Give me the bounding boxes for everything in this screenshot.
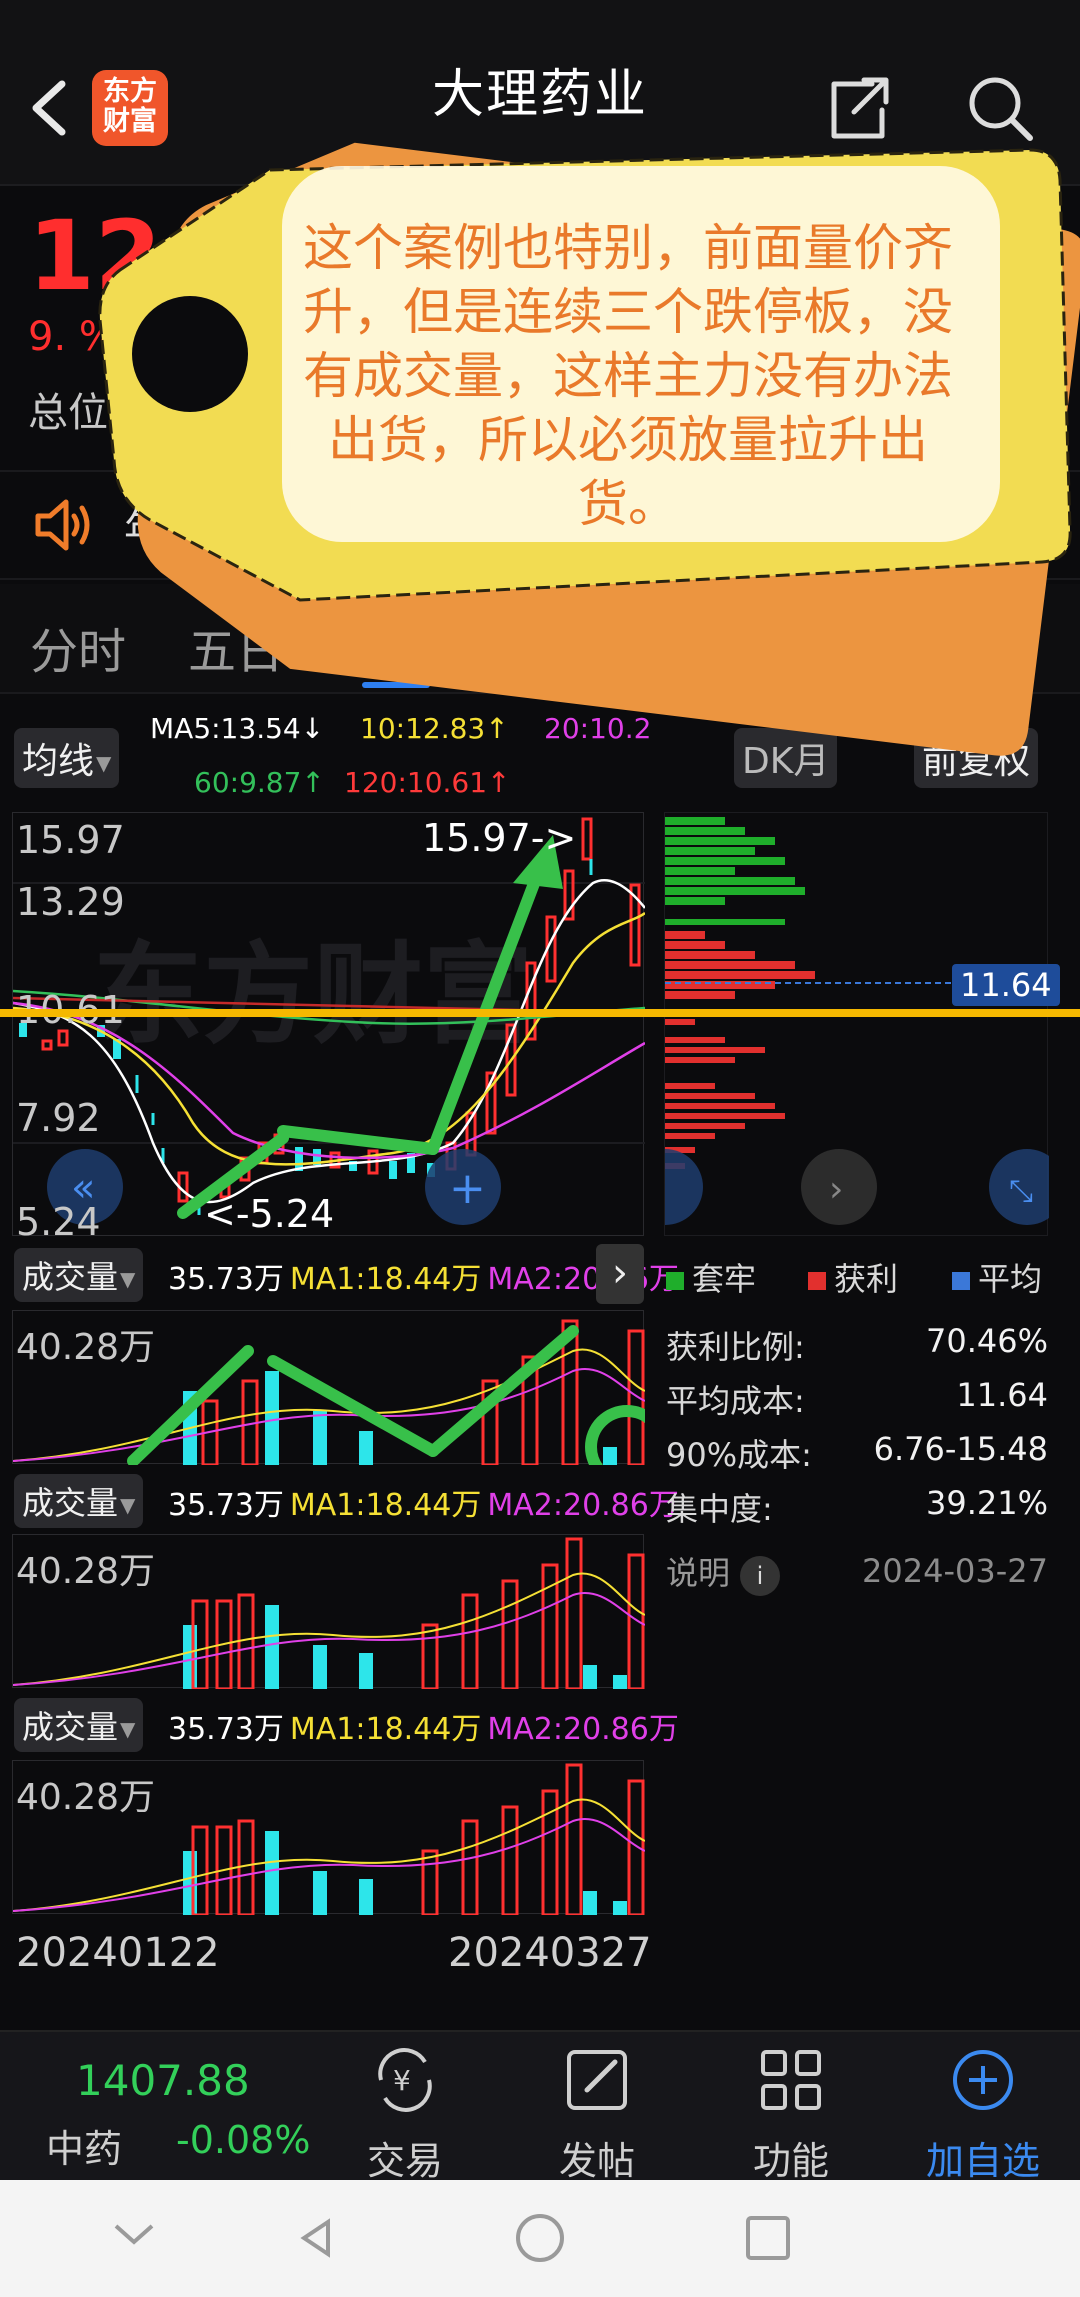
legend-trapped-label: 套牢	[692, 1260, 757, 1298]
expand-button[interactable]: ⤡	[989, 1149, 1065, 1225]
date-end: 20240327	[448, 1930, 652, 1976]
chevron-right-icon[interactable]: ›	[596, 1244, 644, 1304]
volume-max-3: 40.28万	[16, 1777, 156, 1818]
home-circle-icon[interactable]	[516, 2214, 564, 2262]
svg-text:›: ›	[829, 1169, 843, 1210]
nav-functions[interactable]: 功能	[716, 2030, 866, 2183]
stat-label: 获利比例:	[666, 1328, 805, 1366]
volume-selector-3[interactable]: 成交量 ▼	[14, 1698, 144, 1752]
stat-profit-ratio: 获利比例: 70.46%	[666, 1322, 1048, 1368]
add-indicator-button[interactable]: +	[425, 1149, 501, 1225]
stat-label: 集中度:	[666, 1490, 773, 1528]
y-label-low: 5.24	[16, 1200, 101, 1244]
nav-post-label: 发帖	[558, 2139, 635, 2183]
stat-90-cost: 90%成本: 6.76-15.48	[666, 1430, 1048, 1476]
chevron-down-icon: ▼	[120, 1267, 136, 1291]
volume-selector-2-label: 成交量	[22, 1484, 119, 1522]
svg-text:¥: ¥	[393, 2064, 411, 2097]
chip-distribution-pane[interactable]: › ⤡	[627, 812, 1065, 1236]
stat-value: 6.76-15.48	[873, 1430, 1048, 1468]
add-circle-icon	[953, 2050, 1013, 2110]
legend-trapped: 套牢	[666, 1254, 756, 1300]
stat-value: 11.64	[956, 1376, 1048, 1414]
svg-text:+: +	[449, 1163, 486, 1214]
nav-trade-label: 交易	[366, 2139, 443, 2183]
nav-trade[interactable]: ¥ 交易	[330, 2030, 480, 2183]
volume-ma2: MA2:20.86万	[487, 1712, 679, 1747]
y-label-4: 7.92	[16, 1096, 101, 1140]
nav-post[interactable]: 发帖	[522, 2030, 672, 2183]
legend-profit: 获利	[808, 1254, 898, 1300]
legend-average-label: 平均	[978, 1260, 1043, 1298]
low-marker: <-5.24	[204, 1192, 335, 1236]
volume-selector-3-label: 成交量	[22, 1708, 119, 1746]
svg-text:⤡: ⤡	[1009, 1174, 1033, 1209]
horizontal-marker-line	[0, 1009, 1080, 1017]
volume-ma1: MA1:18.44万	[289, 1488, 482, 1523]
stat-concentration: 集中度: 39.21%	[666, 1484, 1048, 1530]
volume-value: 35.73万	[168, 1712, 284, 1747]
volume-ma2: MA2:20.86万	[487, 1488, 679, 1523]
chip-prev-button[interactable]	[627, 1149, 703, 1225]
nav-down-icon[interactable]	[114, 2224, 154, 2245]
chip-next-button[interactable]: ›	[801, 1149, 877, 1225]
index-change[interactable]: -0.08%	[176, 2118, 310, 2162]
watermark: 东方财富	[93, 931, 533, 1059]
volume-selector-1-label: 成交量	[22, 1258, 119, 1296]
nav-add-watchlist-label: 加自选	[925, 2139, 1040, 2183]
nav-add-watchlist[interactable]: 加自选	[908, 2030, 1058, 2183]
volume-max-2: 40.28万	[16, 1551, 156, 1592]
stat-label: 90%成本:	[666, 1436, 812, 1474]
grid-icon	[761, 2050, 821, 2110]
avg-price-tag: 11.64	[952, 964, 1060, 1006]
volume-ma2: MA2:20.86万	[487, 1262, 679, 1297]
volume-value: 35.73万	[168, 1488, 284, 1523]
volume-header-2: 35.73万 MA1:18.44万 MA2:20.86万	[168, 1480, 685, 1524]
chevron-down-icon: ▼	[120, 1717, 136, 1741]
stat-average-cost: 平均成本: 11.64	[666, 1376, 1048, 1422]
date-start: 20240122	[16, 1930, 220, 1976]
chip-date: 2024-03-27	[862, 1552, 1048, 1590]
volume-selector-2[interactable]: 成交量 ▼	[14, 1474, 144, 1528]
stat-value: 70.46%	[925, 1322, 1048, 1360]
back-triangle-icon[interactable]	[300, 2218, 330, 2258]
volume-value: 35.73万	[168, 1262, 284, 1297]
legend-average: 平均	[952, 1254, 1042, 1300]
edit-icon	[567, 2050, 627, 2110]
volume-header-3: 35.73万 MA1:18.44万 MA2:20.86万	[168, 1704, 685, 1748]
note-label: 说明	[666, 1554, 731, 1592]
volume-max-1: 40.28万	[16, 1327, 156, 1368]
system-nav-bar	[0, 2180, 1080, 2297]
legend-profit-label: 获利	[834, 1260, 899, 1298]
chip-histogram: › ⤡	[627, 817, 1065, 1225]
nav-functions-label: 功能	[752, 2139, 829, 2183]
index-value[interactable]: 1407.88	[76, 2056, 250, 2105]
note-link[interactable]: 说明 i	[666, 1548, 781, 1596]
volume-ma1: MA1:18.44万	[289, 1262, 482, 1297]
app-root: 东方 财富 大理药业 12 9. % 1.1 总位 8.1 年 分时 五日 DK	[0, 0, 1080, 2297]
tag-annotation-text: 这个案例也特别，前面量价齐升，但是连续三个跌停板，没有成交量，这样主力没有办法出…	[303, 219, 953, 533]
index-name[interactable]: 中药	[46, 2118, 122, 2173]
stat-label: 平均成本:	[666, 1382, 805, 1420]
y-label-high: 15.97	[16, 818, 125, 862]
highlight-circle	[585, 1405, 669, 1489]
y-label-2: 13.29	[16, 880, 125, 924]
stat-value: 39.21%	[925, 1484, 1048, 1522]
yen-cycle-icon: ¥	[378, 2048, 432, 2112]
high-marker: 15.97->	[422, 816, 577, 860]
recents-square-icon[interactable]	[746, 2216, 790, 2260]
volume-ma1: MA1:18.44万	[289, 1712, 482, 1747]
chevron-down-icon: ▼	[120, 1493, 136, 1517]
info-icon: i	[740, 1556, 781, 1596]
volume-selector-1[interactable]: 成交量 ▼	[14, 1248, 144, 1302]
annotation-arrows-volume	[127, 1325, 579, 1467]
